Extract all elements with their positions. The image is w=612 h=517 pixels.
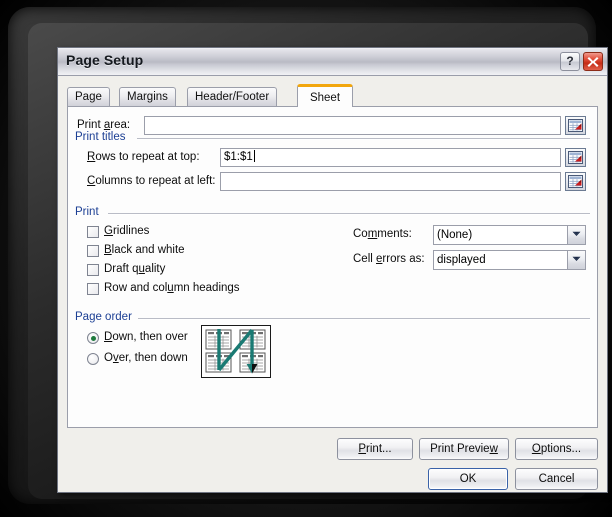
checkbox-label-accel: B bbox=[104, 244, 112, 256]
inner-bezel: Page Setup ? Page Margins Header/Footer bbox=[28, 23, 588, 499]
columns-label-post: olumns to repeat at left: bbox=[95, 175, 215, 187]
question-mark-icon: ? bbox=[566, 54, 573, 68]
outer-bezel: Page Setup ? Page Margins Header/Footer bbox=[8, 7, 596, 504]
checkbox-label: Row and column headings bbox=[104, 282, 240, 294]
print-area-range-selector-button[interactable] bbox=[565, 116, 586, 135]
checkbox-label-accel: G bbox=[104, 225, 113, 237]
print-titles-group-caption: Print titles bbox=[75, 131, 130, 143]
print-preview-button[interactable]: Print Preview bbox=[419, 438, 509, 460]
checkbox-label-post: ridlines bbox=[113, 225, 149, 237]
cell-errors-dropdown[interactable]: displayed bbox=[433, 250, 586, 270]
page-setup-dialog: Page Setup ? Page Margins Header/Footer bbox=[57, 47, 608, 493]
desktop-background: Page Setup ? Page Margins Header/Footer bbox=[0, 0, 612, 517]
radio-circle-selected bbox=[87, 332, 99, 344]
checkbox-label-post: lack and white bbox=[112, 244, 185, 256]
print-titles-group-divider bbox=[137, 138, 590, 140]
tab-page[interactable]: Page bbox=[67, 87, 110, 107]
comments-label-accel: m bbox=[368, 228, 378, 240]
checkbox-label: Black and white bbox=[104, 244, 185, 256]
options-button-label-accel: O bbox=[532, 443, 541, 455]
columns-to-repeat-label: Columns to repeat at left: bbox=[87, 175, 216, 187]
radio-label-post: own, then over bbox=[112, 331, 187, 343]
chevron-down-icon bbox=[572, 256, 581, 262]
page-order-group-caption: Page order bbox=[75, 311, 136, 323]
comments-dropdown-arrow[interactable] bbox=[567, 226, 585, 244]
comments-value: (None) bbox=[437, 229, 472, 241]
page-order-group-divider bbox=[138, 318, 590, 320]
checkbox-box bbox=[87, 264, 99, 276]
help-button[interactable]: ? bbox=[560, 52, 580, 71]
cell-errors-label-pre: Cell bbox=[353, 253, 376, 265]
tab-margins[interactable]: Margins bbox=[119, 87, 176, 107]
sheet-tab-panel: Print area: bbox=[67, 106, 598, 428]
rows-to-repeat-range-selector-button[interactable] bbox=[565, 148, 586, 167]
print-group-divider bbox=[108, 213, 590, 215]
checkbox-label-pre: Row and col bbox=[104, 282, 167, 294]
rows-to-repeat-value: $1:$1 bbox=[224, 151, 253, 163]
range-selector-icon bbox=[568, 175, 583, 188]
page-order-preview bbox=[201, 325, 271, 378]
radio-label-post: er, then down bbox=[119, 352, 188, 364]
tab-sheet[interactable]: Sheet bbox=[297, 84, 353, 107]
close-x-icon bbox=[586, 55, 600, 68]
text-cursor bbox=[254, 150, 255, 162]
checkbox-box bbox=[87, 283, 99, 295]
page-order-down-then-over-preview bbox=[202, 326, 270, 377]
radio-label-pre: O bbox=[104, 352, 113, 364]
range-selector-icon bbox=[568, 151, 583, 164]
checkbox-box bbox=[87, 226, 99, 238]
rows-label-post: ows to repeat at top: bbox=[95, 151, 199, 163]
print-area-label: Print area: bbox=[77, 119, 130, 131]
print-preview-label-accel: w bbox=[490, 443, 498, 455]
checkbox-label-post: mn headings bbox=[174, 282, 240, 294]
options-button-label-post: ptions... bbox=[541, 443, 581, 455]
rows-to-repeat-label: Rows to repeat at top: bbox=[87, 151, 200, 163]
print-preview-label-pre: Print Previe bbox=[430, 443, 489, 455]
cell-errors-label-post: rrors as: bbox=[382, 253, 424, 265]
rows-to-repeat-input[interactable]: $1:$1 bbox=[220, 148, 561, 167]
print-area-label-pre: Print bbox=[77, 119, 104, 131]
checkbox-label-post: ality bbox=[145, 263, 165, 275]
checkbox-label: Draft quality bbox=[104, 263, 165, 275]
comments-label-post: ments: bbox=[377, 228, 412, 240]
radio-label: Over, then down bbox=[104, 352, 188, 364]
chevron-down-icon bbox=[572, 231, 581, 237]
print-button-label-post: rint... bbox=[366, 443, 392, 455]
checkbox-box bbox=[87, 245, 99, 257]
comments-label: Comments: bbox=[353, 228, 412, 240]
close-button[interactable] bbox=[583, 52, 603, 71]
ok-button[interactable]: OK bbox=[428, 468, 508, 490]
cancel-button[interactable]: Cancel bbox=[515, 468, 598, 490]
print-button-label-accel: P bbox=[358, 443, 366, 455]
options-button[interactable]: Options... bbox=[515, 438, 598, 460]
tab-strip: Page Margins Header/Footer Sheet bbox=[67, 84, 607, 107]
radio-label: Down, then over bbox=[104, 331, 188, 343]
range-selector-icon bbox=[568, 119, 583, 132]
checkbox-label: Gridlines bbox=[104, 225, 149, 237]
cell-errors-value: displayed bbox=[437, 254, 486, 266]
cell-errors-label: Cell errors as: bbox=[353, 253, 425, 265]
comments-label-pre: Co bbox=[353, 228, 368, 240]
print-button[interactable]: Print... bbox=[337, 438, 413, 460]
cell-errors-dropdown-arrow[interactable] bbox=[567, 251, 585, 269]
dialog-titlebar: Page Setup ? bbox=[58, 48, 607, 76]
dialog-title: Page Setup bbox=[66, 52, 143, 68]
columns-to-repeat-input[interactable] bbox=[220, 172, 561, 191]
comments-dropdown[interactable]: (None) bbox=[433, 225, 586, 245]
print-group-caption: Print bbox=[75, 206, 103, 218]
columns-to-repeat-range-selector-button[interactable] bbox=[565, 172, 586, 191]
radio-circle bbox=[87, 353, 99, 365]
checkbox-label-pre: Draft q bbox=[104, 263, 139, 275]
print-area-input[interactable] bbox=[144, 116, 561, 135]
print-area-label-post: rea: bbox=[110, 119, 130, 131]
tab-header-footer[interactable]: Header/Footer bbox=[187, 87, 277, 107]
